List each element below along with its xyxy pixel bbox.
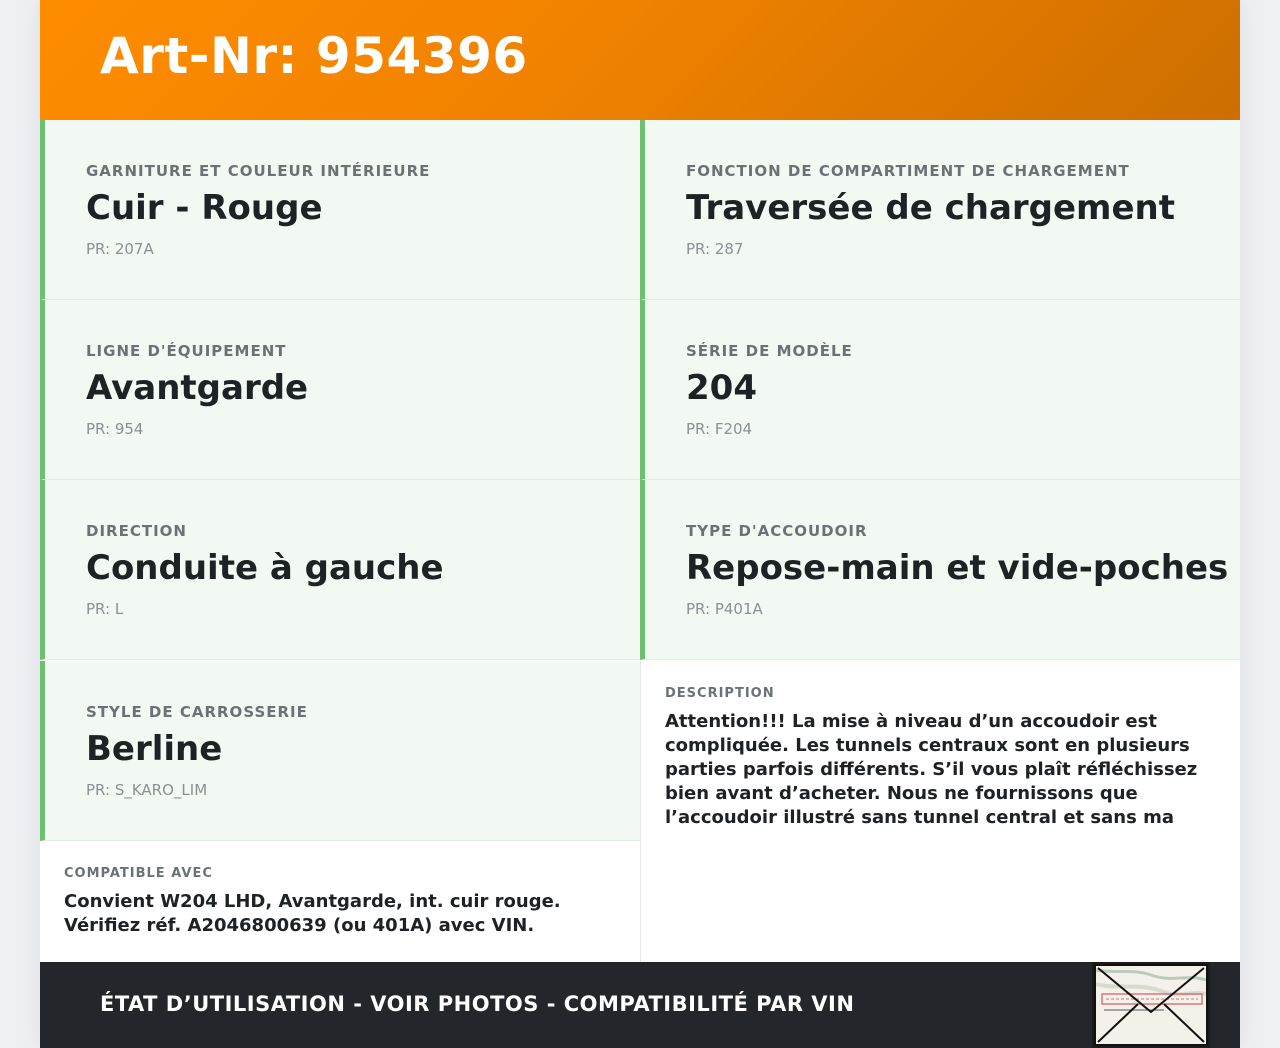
- spec-label: Garniture et couleur intérieure: [86, 162, 431, 180]
- envelope-icon: [1094, 964, 1208, 1046]
- spec-label: Fonction de compartiment de chargement: [686, 162, 1130, 180]
- vehicle-label-thumbnail[interactable]: [1092, 962, 1210, 1048]
- spec-pr-code: PR: 954: [86, 420, 144, 438]
- spec-value: Avantgarde: [86, 368, 309, 408]
- spec-load-compartment: Fonction de compartiment de chargement T…: [640, 120, 1240, 300]
- spec-pr-code: PR: 287: [686, 240, 744, 258]
- compatibility-text: Convient W204 LHD, Avantgarde, int. cuir…: [64, 891, 561, 936]
- spec-armrest-type: Type d'accoudoir Repose-main et vide-poc…: [640, 480, 1240, 660]
- spec-value: Berline: [86, 729, 223, 769]
- compatibility-section: Compatible avec Convient W204 LHD, Avant…: [40, 841, 640, 962]
- description-section: Description Attention!!! La mise à nivea…: [640, 661, 1240, 962]
- article-number-title: Art-Nr: 954396: [100, 27, 528, 85]
- spec-label: Direction: [86, 522, 187, 540]
- spec-pr-code: PR: P401A: [686, 600, 763, 618]
- spec-pr-code: PR: S_KARO_LIM: [86, 781, 208, 799]
- spec-pr-code: PR: 207A: [86, 240, 154, 258]
- spec-value: Repose-main et vide-poches: [686, 548, 1229, 588]
- spec-label: Style de carrosserie: [86, 703, 308, 721]
- spec-model-series: Série de modèle 204 PR: F204: [640, 300, 1240, 480]
- spec-body-style: Style de carrosserie Berline PR: S_KARO_…: [40, 661, 640, 841]
- spec-interior-trim: Garniture et couleur intérieure Cuir - R…: [40, 120, 640, 300]
- spec-value: 204: [686, 368, 757, 408]
- spec-label: Ligne d'équipement: [86, 342, 287, 360]
- header-banner: Art-Nr: 954396: [40, 0, 1240, 120]
- spec-equipment-line: Ligne d'équipement Avantgarde PR: 954: [40, 300, 640, 480]
- product-card: Art-Nr: 954396 Garniture et couleur inté…: [40, 0, 1240, 1048]
- spec-pr-code: PR: L: [86, 600, 124, 618]
- spec-label: Série de modèle: [686, 342, 853, 360]
- spec-steering: Direction Conduite à gauche PR: L: [40, 480, 640, 660]
- description-label: Description: [665, 686, 775, 701]
- spec-label: Type d'accoudoir: [686, 522, 868, 540]
- spec-value: Conduite à gauche: [86, 548, 444, 588]
- footer-text: ÉTAT D’UTILISATION - VOIR PHOTOS - COMPA…: [100, 992, 855, 1016]
- footer-bar: ÉTAT D’UTILISATION - VOIR PHOTOS - COMPA…: [40, 962, 1240, 1048]
- spec-value: Traversée de chargement: [686, 188, 1175, 228]
- description-text: Attention!!! La mise à niveau d’un accou…: [665, 711, 1198, 828]
- spec-value: Cuir - Rouge: [86, 188, 323, 228]
- compatibility-label: Compatible avec: [64, 866, 213, 881]
- spec-pr-code: PR: F204: [686, 420, 753, 438]
